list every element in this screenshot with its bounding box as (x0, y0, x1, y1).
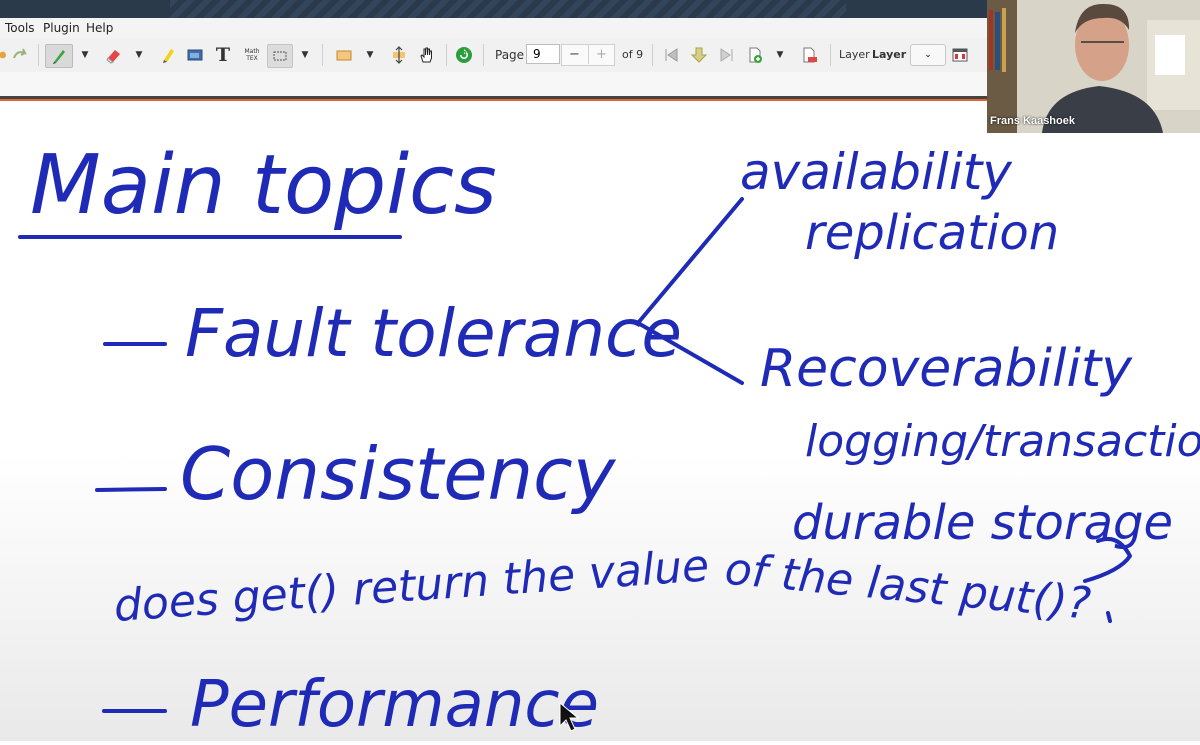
whiteboard-canvas[interactable]: Main topics Fault tolerance availability… (0, 101, 1200, 742)
dash-stroke-consistency (95, 487, 167, 492)
select-rect-icon[interactable] (267, 44, 293, 68)
last-page-icon[interactable] (716, 44, 738, 66)
handwriting-layer: Main topics Fault tolerance availability… (18, 138, 1200, 742)
vertical-space-icon[interactable] (388, 44, 410, 66)
layer-dropdown[interactable]: ⌄ (910, 44, 946, 66)
participant-name-label: Frans Kaashoek (990, 115, 1075, 127)
topic-performance: Performance (190, 668, 599, 741)
note-get-put-question-text: does get() return the value of the last … (112, 540, 1093, 632)
select-dropdown-caret-icon[interactable]: ▼ (298, 44, 312, 66)
question-dot-stroke (1106, 611, 1112, 623)
refresh-icon[interactable] (453, 44, 475, 66)
delete-page-icon[interactable] (798, 44, 820, 66)
webcam-feed-image (987, 0, 1200, 133)
eraser-icon[interactable] (103, 44, 125, 66)
menu-tools[interactable]: Tools (5, 21, 35, 35)
next-page-icon[interactable] (688, 44, 710, 66)
toolbar-spacer (0, 72, 987, 96)
text-tool-icon[interactable]: T (212, 44, 234, 66)
pen-dropdown-caret-icon[interactable]: ▼ (78, 44, 92, 66)
note-availability: availability (740, 143, 1013, 201)
menu-bar: Tools Plugin Help (0, 18, 987, 38)
topic-consistency: Consistency (180, 432, 617, 516)
pen-tool-icon[interactable] (45, 44, 73, 68)
first-page-icon[interactable] (660, 44, 682, 66)
eraser-dropdown-caret-icon[interactable]: ▼ (132, 44, 146, 66)
redo-icon[interactable] (10, 44, 30, 66)
layer-label: Layer (839, 48, 870, 61)
hand-tool-icon[interactable] (415, 44, 437, 66)
page-total: of 9 (622, 48, 644, 61)
page-stepper[interactable]: − + (561, 44, 615, 66)
menu-help[interactable]: Help (86, 21, 113, 35)
fullscreen-icon[interactable] (948, 44, 972, 66)
page-number-input[interactable]: 9 (526, 44, 560, 64)
page-increment-button[interactable]: + (588, 45, 614, 64)
highlighter-icon[interactable] (157, 44, 179, 66)
menu-plugin[interactable]: Plugin (43, 21, 80, 35)
heading-main-topics: Main topics (30, 138, 497, 233)
image-tool-icon[interactable] (184, 44, 206, 66)
page-label: Page (495, 48, 525, 62)
webcam-video: Frans Kaashoek (987, 0, 1200, 133)
math-tex-icon[interactable]: Math TEX (240, 44, 264, 66)
shape-tool-icon[interactable] (332, 44, 356, 66)
toolbar: ▼ ▼ T Math TEX ▼ ▼ Page of 9 ▼ Layer Lay… (0, 38, 987, 73)
note-durable-storage: durable storage (792, 495, 1173, 551)
page-decrement-button[interactable]: − (562, 45, 587, 64)
shape-dropdown-caret-icon[interactable]: ▼ (363, 44, 377, 66)
window-title-strip (0, 0, 987, 18)
note-get-put-question: does get() return the value of the last … (112, 540, 1093, 632)
note-logging-transactions: logging/transactions (805, 416, 1200, 467)
note-replication: replication (805, 205, 1059, 261)
add-page-icon[interactable] (744, 44, 766, 66)
note-recoverability: Recoverability (760, 339, 1133, 399)
add-page-dropdown-caret-icon[interactable]: ▼ (773, 44, 787, 66)
topic-fault-tolerance: Fault tolerance (185, 295, 682, 372)
